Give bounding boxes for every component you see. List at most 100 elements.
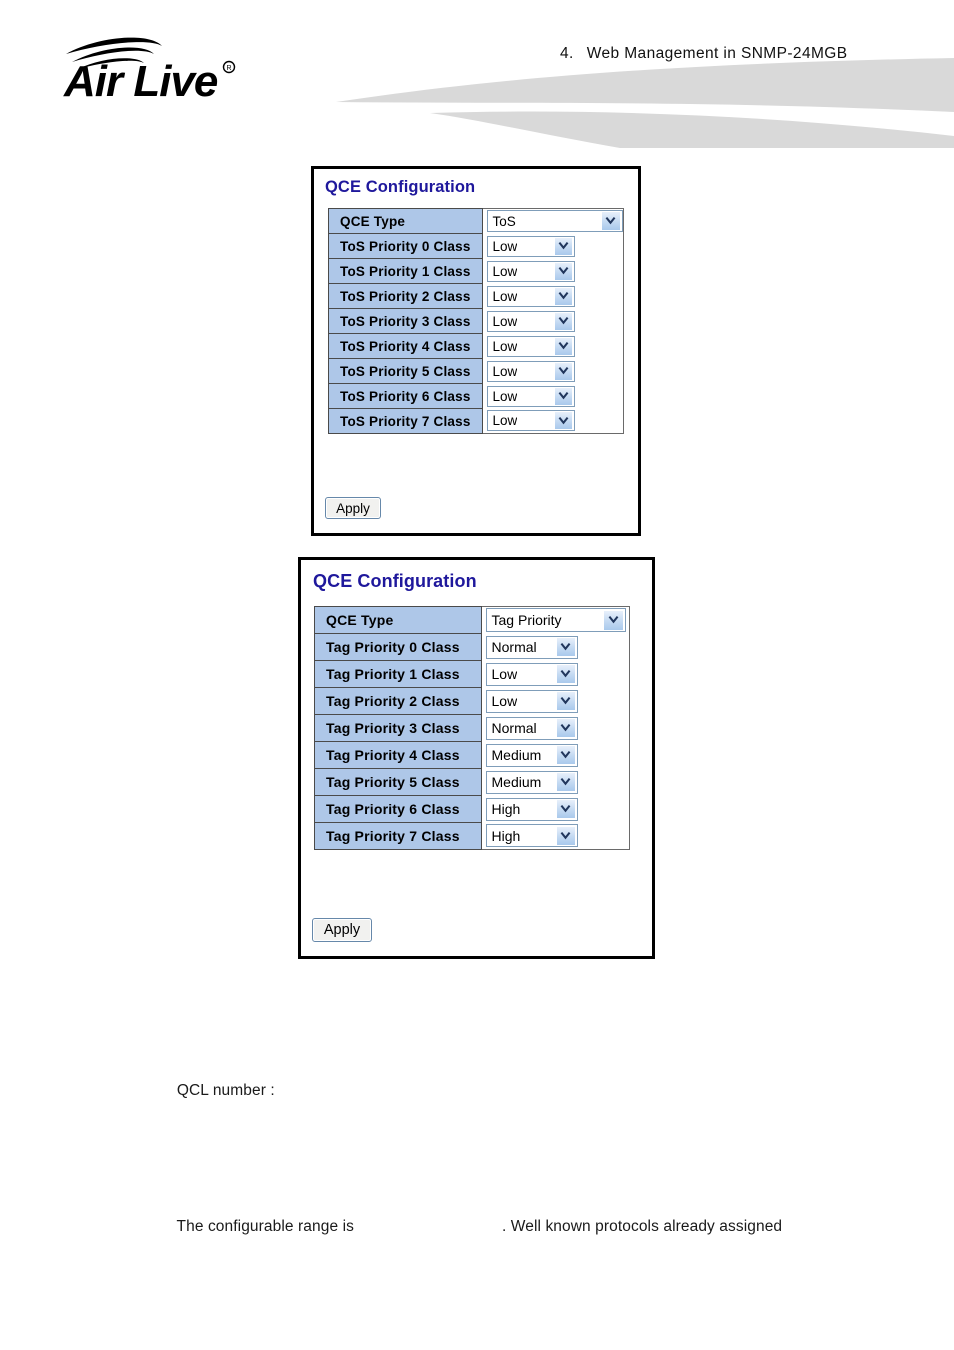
- select-value: Tag Priority: [491, 612, 562, 629]
- priority-class-select[interactable]: Medium: [485, 770, 578, 794]
- select-value: Normal: [491, 639, 537, 655]
- qce-configuration-panel-tag-priority: QCE Configuration QCE Type Tag Priority Ta…: [298, 557, 655, 959]
- chevron-down-icon[interactable]: [553, 362, 572, 380]
- qce-type-select[interactable]: Tag Priority: [485, 608, 626, 633]
- chevron-down-icon[interactable]: [555, 638, 575, 656]
- priority-class-select[interactable]: Low: [486, 335, 575, 357]
- row-value-cell: Normal: [481, 633, 631, 661]
- select-value: Low: [492, 338, 518, 354]
- chevron-down-icon[interactable]: [600, 212, 620, 231]
- chevron-down-icon[interactable]: [553, 337, 572, 355]
- table-row: Tag Priority 1 Class Low: [314, 660, 631, 688]
- select-value: Low: [492, 313, 518, 329]
- chapter-heading: 4. Web Management in SNMP-24MGB: [560, 45, 847, 63]
- airlive-logo: Air Live R: [63, 37, 236, 104]
- table-body: QCE Type Tag Priority Tag Priority 0 Class…: [314, 606, 631, 850]
- select-value: Low: [492, 388, 518, 404]
- priority-class-select[interactable]: Low: [486, 235, 575, 257]
- table-row: QCE Type Tag Priority: [314, 606, 631, 634]
- table-row: Tag Priority 5 Class Medium: [314, 768, 631, 796]
- select-value: Low: [491, 666, 518, 682]
- row-value-cell: High: [481, 822, 631, 850]
- chevron-down-icon[interactable]: [602, 610, 623, 630]
- row-value-cell: Low: [481, 687, 631, 715]
- priority-class-select[interactable]: Low: [486, 260, 575, 282]
- table-row: QCE Type ToS: [328, 208, 625, 234]
- apply-button[interactable]: Apply: [312, 918, 372, 942]
- table-row: Tag Priority 2 Class Low: [314, 687, 631, 715]
- row-label: ToS Priority 5 Class: [328, 358, 483, 384]
- table-row: ToS Priority 0 Class Low: [328, 233, 625, 259]
- chevron-down-icon[interactable]: [555, 692, 575, 710]
- qce-configuration-panel-tos: QCE Configuration QCE Type ToS ToS Priorit…: [311, 166, 641, 536]
- row-label: ToS Priority 3 Class: [328, 308, 483, 334]
- apply-button[interactable]: Apply: [325, 497, 381, 519]
- priority-class-select[interactable]: Normal: [485, 635, 578, 659]
- page-header: Air Live R 4. Web Management in SNMP-24MG…: [0, 0, 954, 148]
- priority-class-select[interactable]: Low: [486, 410, 575, 432]
- row-label: Tag Priority 7 Class: [314, 822, 482, 850]
- select-value: ToS: [492, 213, 516, 229]
- priority-class-select[interactable]: Low: [485, 689, 578, 713]
- table-row: Tag Priority 4 Class Medium: [314, 741, 631, 769]
- chevron-down-icon[interactable]: [555, 719, 575, 737]
- priority-class-select[interactable]: Low: [485, 662, 578, 686]
- row-value-cell: Normal: [481, 714, 631, 742]
- chevron-down-icon[interactable]: [553, 412, 572, 430]
- configurable-range-paragraph: The configurable range is . Well known pr…: [168, 1200, 783, 1236]
- row-value-cell: High: [481, 795, 631, 823]
- panel-title: QCE Configuration: [313, 571, 477, 591]
- table-body: QCE Type ToS ToS Priority 0 Class Low ToS Pr…: [328, 208, 625, 434]
- qce-configuration-table: QCE Type Tag Priority Tag Priority 0 Class…: [314, 606, 631, 850]
- chevron-down-icon[interactable]: [555, 800, 575, 818]
- row-value-cell: Low: [482, 333, 625, 359]
- select-value: Low: [492, 238, 518, 254]
- row-label: ToS Priority 7 Class: [328, 408, 483, 434]
- chevron-down-icon[interactable]: [553, 387, 572, 405]
- panel-title: QCE Configuration: [325, 178, 476, 196]
- select-value: Low: [492, 363, 518, 379]
- chevron-down-icon[interactable]: [553, 287, 572, 305]
- qce-configuration-table: QCE Type ToS ToS Priority 0 Class Low ToS Pr…: [328, 208, 625, 434]
- chevron-down-icon[interactable]: [555, 746, 575, 764]
- priority-class-select[interactable]: Low: [486, 360, 575, 382]
- row-label: ToS Priority 4 Class: [328, 333, 483, 359]
- table-row: Tag Priority 3 Class Normal: [314, 714, 631, 742]
- priority-class-select[interactable]: High: [485, 797, 578, 821]
- row-label: QCE Type: [314, 606, 482, 634]
- row-value-cell: Low: [482, 233, 625, 259]
- table-row: ToS Priority 6 Class Low: [328, 383, 625, 409]
- configurable-range-text-after: . Well known protocols already assigned: [501, 1218, 783, 1235]
- row-label: Tag Priority 3 Class: [314, 714, 482, 742]
- chevron-down-icon[interactable]: [555, 665, 575, 683]
- qce-type-select[interactable]: ToS: [486, 210, 623, 233]
- row-label: QCE Type: [328, 208, 483, 234]
- table-row: Tag Priority 7 Class High: [314, 822, 631, 850]
- chevron-down-icon[interactable]: [553, 262, 572, 280]
- table-row: ToS Priority 3 Class Low: [328, 308, 625, 334]
- row-value-cell: Low: [482, 358, 625, 384]
- priority-class-select[interactable]: Low: [486, 385, 575, 407]
- priority-class-select[interactable]: Medium: [485, 743, 578, 767]
- chevron-down-icon[interactable]: [553, 237, 572, 255]
- chevron-down-icon[interactable]: [555, 773, 575, 791]
- table-row: Tag Priority 6 Class High: [314, 795, 631, 823]
- table-row: ToS Priority 2 Class Low: [328, 283, 625, 309]
- select-value: Low: [491, 693, 518, 709]
- table-row: Tag Priority 0 Class Normal: [314, 633, 631, 661]
- chevron-down-icon[interactable]: [555, 826, 575, 845]
- select-value: Low: [492, 288, 518, 304]
- priority-class-select[interactable]: Normal: [485, 716, 578, 740]
- table-row: ToS Priority 1 Class Low: [328, 258, 625, 284]
- chevron-down-icon[interactable]: [553, 312, 572, 330]
- row-label: Tag Priority 5 Class: [314, 768, 482, 796]
- row-label: ToS Priority 2 Class: [328, 283, 483, 309]
- priority-class-select[interactable]: High: [485, 824, 578, 848]
- row-label: Tag Priority 2 Class: [314, 687, 482, 715]
- table-row: ToS Priority 5 Class Low: [328, 358, 625, 384]
- row-label: ToS Priority 0 Class: [328, 233, 483, 259]
- priority-class-select[interactable]: Low: [486, 285, 575, 307]
- qcl-number-label: QCL number :: [176, 1082, 275, 1099]
- priority-class-select[interactable]: Low: [486, 310, 575, 332]
- select-value: Normal: [491, 720, 537, 736]
